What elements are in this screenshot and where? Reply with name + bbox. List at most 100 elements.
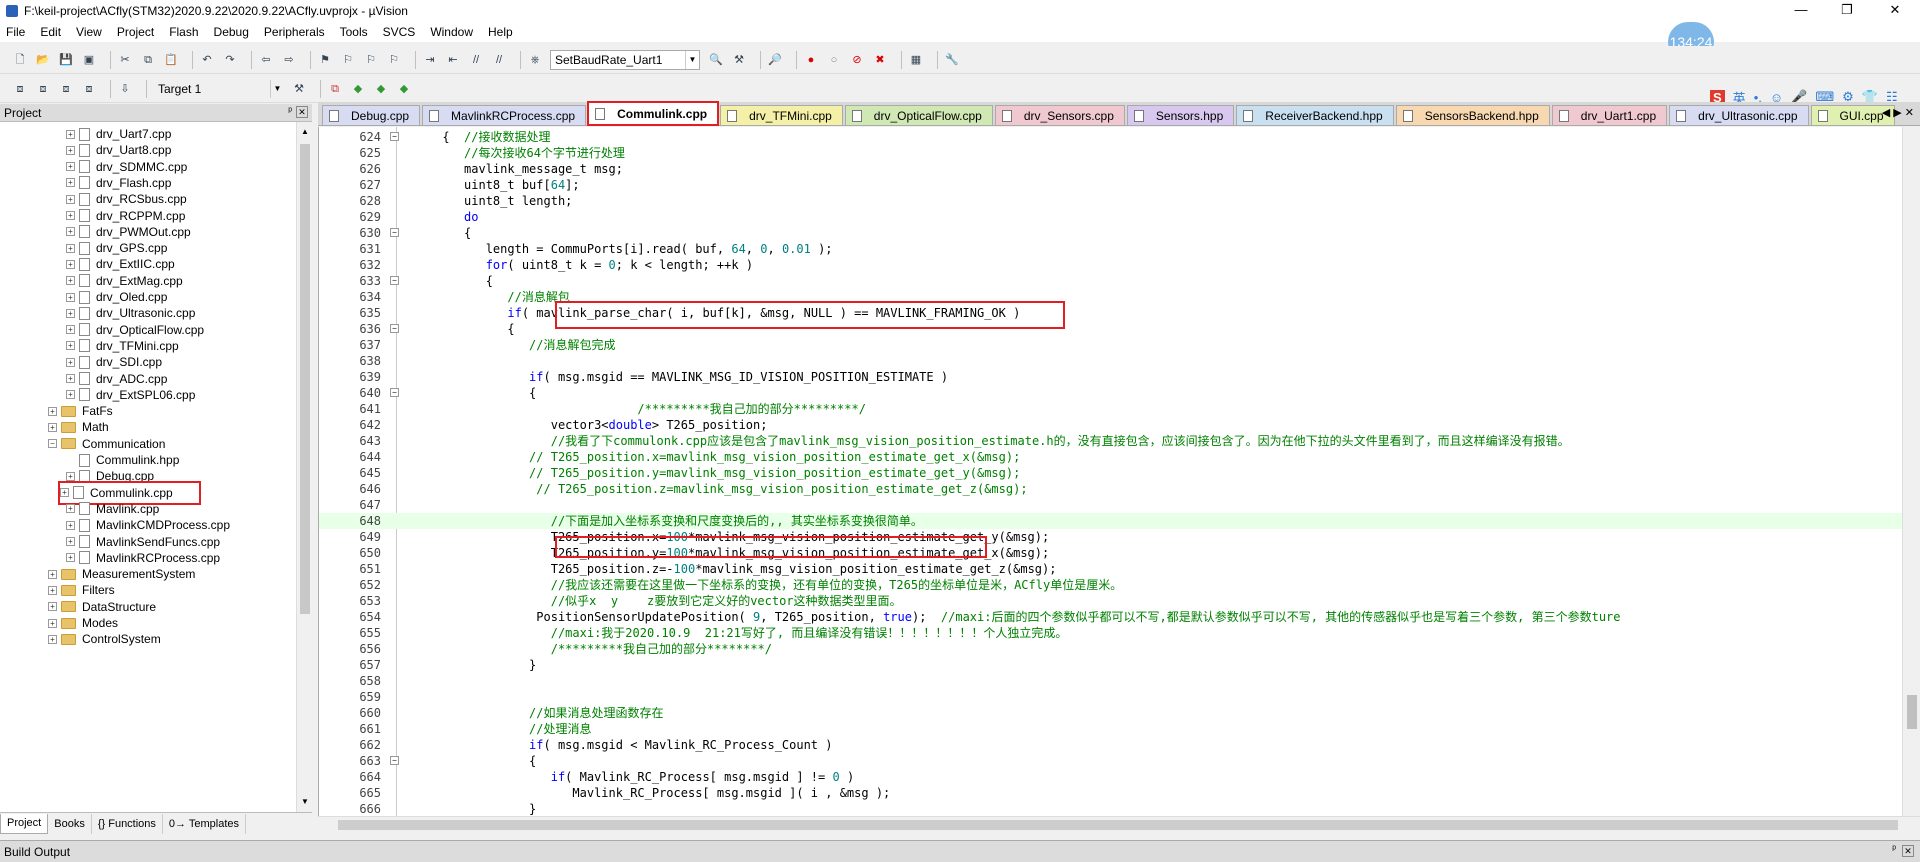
expand-toggle-icon[interactable]: + (66, 308, 75, 318)
expand-toggle-icon[interactable]: + (66, 537, 75, 546)
editor-tab[interactable]: Debug.cpp (322, 105, 421, 125)
editor-horizontal-scrollbar[interactable] (318, 816, 1920, 832)
expand-toggle-icon[interactable]: + (48, 602, 57, 612)
bookmark-icon[interactable]: ⚑ (317, 52, 333, 68)
save-all-icon[interactable]: ▣ (81, 52, 97, 68)
expand-toggle-icon[interactable]: + (66, 129, 75, 139)
fold-toggle-icon[interactable]: − (390, 228, 399, 237)
pin-icon[interactable]: ᵖ (1892, 844, 1896, 855)
find-combo[interactable]: SetBaudRate_Uart1 ▼ (550, 49, 700, 70)
outdent-icon[interactable]: ⇤ (445, 52, 461, 68)
menu-project[interactable]: Project (117, 25, 154, 39)
project-tab-1[interactable]: Books (48, 813, 92, 834)
pack-installer-icon[interactable]: ◆ (350, 81, 366, 97)
expand-toggle-icon[interactable]: + (48, 618, 57, 628)
manage-project-icon[interactable]: ⧉ (327, 81, 343, 97)
disable-breakpoint-icon[interactable]: ○ (826, 52, 842, 68)
target-combo[interactable]: Target 1 ▼ (153, 78, 285, 99)
expand-toggle-icon[interactable]: + (48, 569, 57, 579)
editor-tab[interactable]: drv_OpticalFlow.cpp (844, 105, 993, 125)
tree-folder[interactable]: + ControlSystem (48, 629, 161, 649)
close-icon[interactable]: ✕ (296, 106, 308, 118)
menu-file[interactable]: File (6, 25, 25, 39)
project-tab-2[interactable]: {} Functions (92, 813, 163, 834)
scroll-thumb[interactable] (300, 144, 310, 614)
expand-toggle-icon[interactable]: + (66, 520, 75, 530)
project-tab-0[interactable]: Project (0, 813, 49, 834)
undo-icon[interactable]: ↶ (199, 52, 215, 68)
debug-session-icon[interactable]: 🔎 (767, 52, 783, 68)
expand-toggle-icon[interactable]: + (66, 227, 75, 237)
window-layout-icon[interactable]: ▦ (908, 52, 924, 68)
find-in-files-icon[interactable]: 🔍 (708, 52, 724, 68)
expand-toggle-icon[interactable]: + (66, 390, 75, 400)
save-icon[interactable]: 💾 (58, 52, 74, 68)
menu-edit[interactable]: Edit (40, 25, 61, 39)
scroll-thumb[interactable] (338, 820, 1898, 830)
editor-tab[interactable]: MavlinkRCProcess.cpp (422, 105, 587, 125)
chevron-down-icon[interactable]: ▼ (270, 79, 284, 98)
expand-toggle-icon[interactable]: + (66, 325, 75, 335)
editor-tab[interactable]: drv_TFMini.cpp (720, 105, 843, 125)
scroll-thumb[interactable] (1907, 695, 1917, 729)
nav-back-icon[interactable]: ⇦ (258, 52, 274, 68)
scroll-down-icon[interactable]: ▼ (297, 794, 313, 810)
expand-toggle-icon[interactable]: + (66, 243, 75, 253)
copy-icon[interactable]: ⧉ (140, 52, 156, 68)
editor-vertical-scrollbar[interactable] (1902, 127, 1920, 816)
menu-peripherals[interactable]: Peripherals (264, 25, 325, 39)
expand-toggle-icon[interactable]: + (48, 406, 57, 416)
disable-all-breakpoints-icon[interactable]: ⊘ (849, 52, 865, 68)
menu-view[interactable]: View (76, 25, 102, 39)
pin-icon[interactable]: ᵖ (288, 106, 292, 117)
expand-toggle-icon[interactable]: + (66, 145, 75, 155)
expand-toggle-icon[interactable]: + (66, 341, 75, 351)
expand-toggle-icon[interactable]: + (66, 194, 75, 204)
editor-tab[interactable]: Commulink.cpp (587, 101, 720, 126)
expand-toggle-icon[interactable]: + (66, 471, 75, 481)
kill-all-breakpoints-icon[interactable]: ✖ (872, 52, 888, 68)
target-options-icon[interactable]: ⚒ (291, 81, 307, 97)
tab-nav-arrows[interactable]: ◀ ▶ ✕ (1882, 106, 1914, 119)
expand-toggle-icon[interactable]: + (60, 488, 69, 498)
fold-toggle-icon[interactable]: − (390, 324, 399, 333)
project-scrollbar[interactable]: ▲ ▼ (296, 122, 312, 812)
editor-tab[interactable]: drv_Ultrasonic.cpp (1669, 105, 1809, 125)
incremental-find-icon[interactable]: ⚒ (731, 52, 747, 68)
translate-icon[interactable]: ⧈ (12, 81, 28, 97)
uncomment-icon[interactable]: // (491, 52, 507, 68)
build-icon[interactable]: ⧈ (35, 81, 51, 97)
prev-bookmark-icon[interactable]: ⚐ (340, 52, 356, 68)
expand-toggle-icon[interactable]: + (66, 553, 75, 563)
expand-toggle-icon[interactable]: + (48, 634, 57, 644)
editor-tab[interactable]: SensorsBackend.hpp (1395, 105, 1550, 125)
expand-toggle-icon[interactable]: + (66, 178, 75, 188)
code-editor[interactable]: 624− { //接收数据处理 625 //每次接收64个字节进行处理 626 ma… (318, 127, 1902, 816)
chevron-down-icon[interactable]: ▼ (685, 50, 699, 69)
menu-window[interactable]: Window (430, 25, 473, 39)
editor-tab[interactable]: drv_Sensors.cpp (994, 105, 1125, 125)
clear-bookmarks-icon[interactable]: ⚐ (386, 52, 402, 68)
expand-toggle-icon[interactable]: + (66, 211, 75, 220)
download-icon[interactable]: ⇩ (117, 81, 133, 97)
minimize-button[interactable]: — (1778, 0, 1824, 22)
configure-icon[interactable]: 🔧 (944, 52, 960, 68)
paste-icon[interactable]: 📋 (163, 52, 179, 68)
manage-runtime-icon[interactable]: ◆ (396, 81, 412, 97)
editor-tab[interactable]: ReceiverBackend.hpp (1236, 105, 1394, 125)
expand-toggle-icon[interactable]: + (66, 276, 75, 286)
editor-tab[interactable]: Sensors.hpp (1126, 105, 1235, 125)
rebuild-icon[interactable]: ⧈ (58, 81, 74, 97)
expand-toggle-icon[interactable] (66, 456, 75, 465)
fold-toggle-icon[interactable]: − (390, 132, 399, 141)
redo-icon[interactable]: ↷ (222, 52, 238, 68)
expand-toggle-icon[interactable]: − (48, 439, 57, 449)
open-file-icon[interactable]: 📂 (35, 52, 51, 68)
next-bookmark-icon[interactable]: ⚐ (363, 52, 379, 68)
nav-forward-icon[interactable]: ⇨ (281, 52, 297, 68)
menu-svcs[interactable]: SVCS (383, 25, 416, 39)
scroll-up-icon[interactable]: ▲ (297, 124, 313, 140)
menu-debug[interactable]: Debug (214, 25, 249, 39)
expand-toggle-icon[interactable]: + (66, 292, 75, 302)
breakpoint-icon[interactable]: ● (803, 52, 819, 68)
